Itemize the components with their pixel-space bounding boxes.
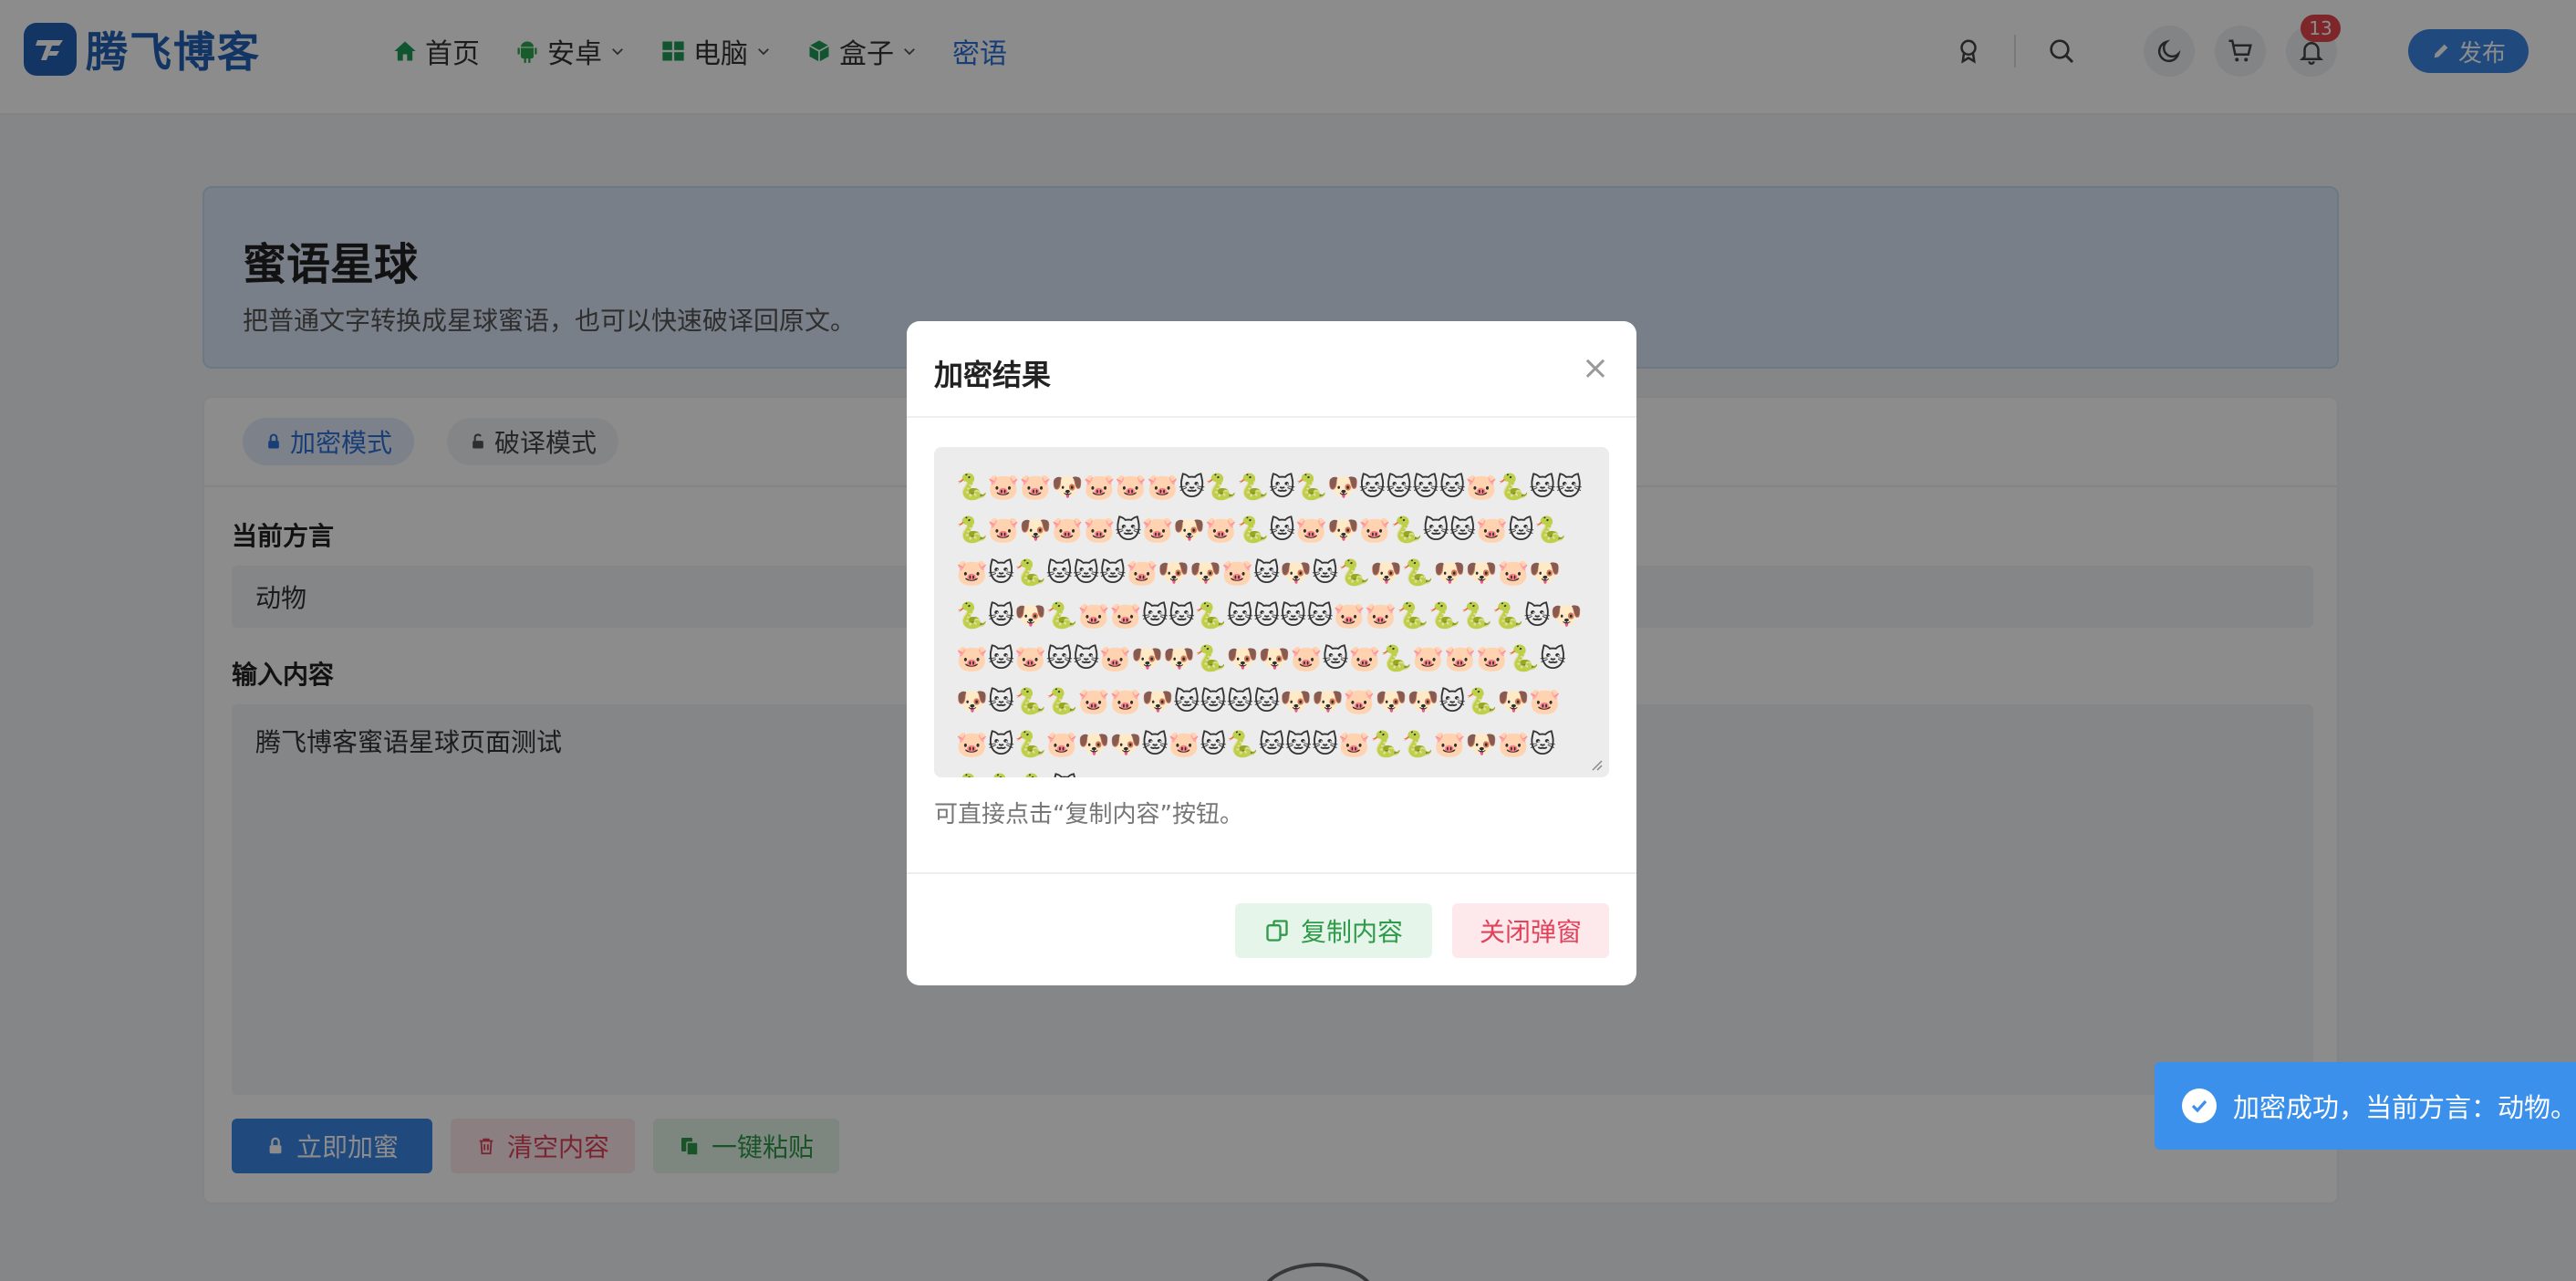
close-icon[interactable]: ×	[1582, 352, 1609, 385]
result-text: 🐍🐷🐷🐶🐷🐷🐷🐱🐍🐍🐱🐍🐶🐱🐱🐱🐱🐷🐍🐱🐱🐍🐷🐶🐷🐷🐱🐷🐶🐷🐍🐱🐷🐶🐷🐍🐱🐱🐷🐱…	[956, 472, 1583, 777]
modal-hint: 可直接点击“复制内容”按钮。	[934, 801, 1243, 828]
success-toast: 加密成功，当前方言：动物。	[2155, 1062, 2576, 1150]
close-label: 关闭弹窗	[1479, 917, 1582, 947]
toast-message: 加密成功，当前方言：动物。	[2233, 1092, 2576, 1123]
page: 腾飞博客 首页 安卓 电脑 盒子 密语 13 发布 蜜语星球 把普通文字转换成星…	[0, 0, 2576, 1281]
copy-label: 复制内容	[1300, 917, 1403, 947]
modal-title: 加密结果	[934, 358, 1052, 392]
close-modal-button[interactable]: 关闭弹窗	[1452, 903, 1609, 958]
divider	[907, 416, 1636, 418]
check-icon	[2182, 1088, 2217, 1123]
resize-handle-icon[interactable]	[1589, 757, 1604, 772]
copy-icon	[1266, 920, 1288, 942]
copy-button[interactable]: 复制内容	[1235, 903, 1432, 958]
result-modal: 加密结果 × 🐍🐷🐷🐶🐷🐷🐷🐱🐍🐍🐱🐍🐶🐱🐱🐱🐱🐷🐍🐱🐱🐍🐷🐶🐷🐷🐱🐷🐶🐷🐍🐱🐷…	[907, 321, 1636, 985]
divider	[907, 872, 1636, 874]
result-textarea[interactable]: 🐍🐷🐷🐶🐷🐷🐷🐱🐍🐍🐱🐍🐶🐱🐱🐱🐱🐷🐍🐱🐱🐍🐷🐶🐷🐷🐱🐷🐶🐷🐍🐱🐷🐶🐷🐍🐱🐱🐷🐱…	[934, 447, 1609, 777]
